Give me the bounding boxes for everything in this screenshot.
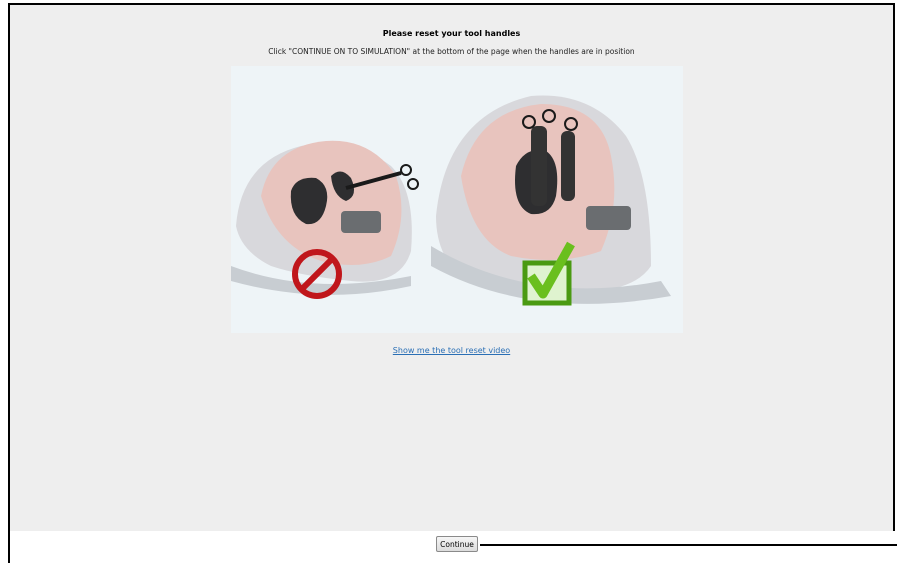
incorrect-position-simulator bbox=[231, 140, 419, 295]
continue-button[interactable]: Continue bbox=[436, 536, 478, 552]
footer-bar: Continue bbox=[10, 531, 897, 563]
window-border-right bbox=[893, 3, 895, 531]
tool-reset-diagram bbox=[231, 95, 671, 306]
tool-reset-video-link[interactable]: Show me the tool reset video bbox=[10, 346, 893, 355]
tool-reset-illustration bbox=[231, 66, 683, 333]
instruction-text: Click "CONTINUE ON TO SIMULATION" at the… bbox=[268, 47, 635, 56]
main-panel: Please reset your tool handles Click "CO… bbox=[10, 5, 893, 531]
footer-divider bbox=[480, 544, 897, 546]
page-title: Please reset your tool handles bbox=[382, 29, 521, 38]
